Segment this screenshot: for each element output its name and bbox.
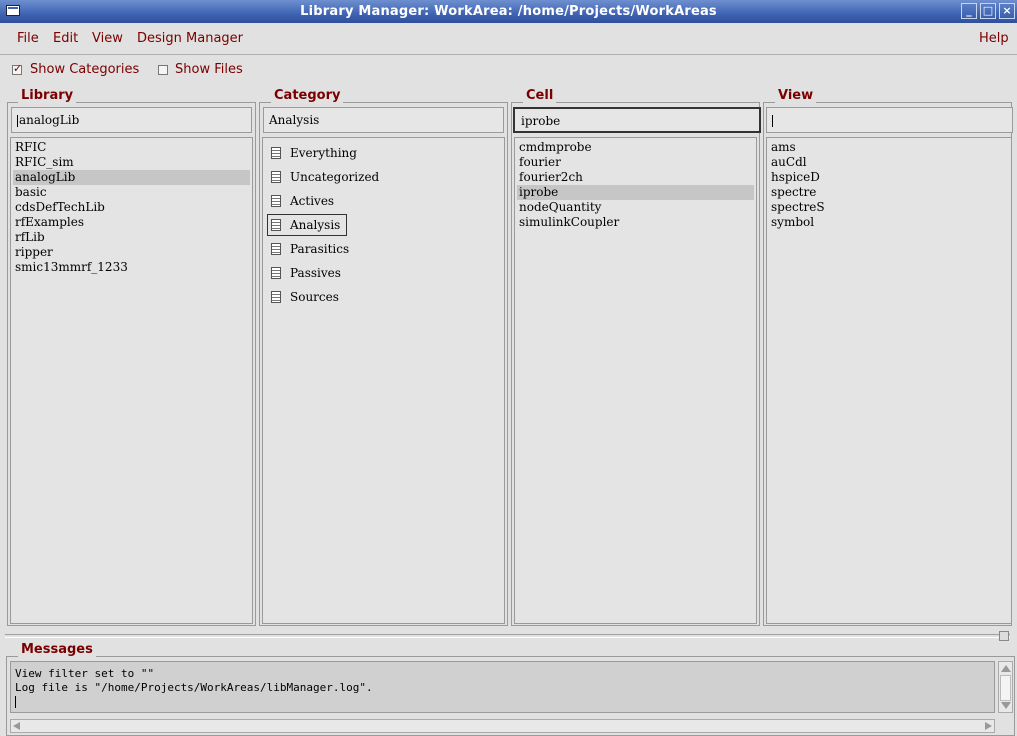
cell-filter-input[interactable]: iprobe	[513, 107, 761, 133]
title-bar: Library Manager: WorkArea: /home/Project…	[0, 0, 1017, 23]
minimize-button[interactable]: _	[961, 3, 977, 19]
close-button[interactable]: ×	[999, 3, 1015, 19]
library-filter-value: analogLib	[19, 113, 80, 127]
show-categories-checkbox[interactable]	[12, 62, 22, 75]
menu-help[interactable]: Help	[979, 31, 1009, 46]
text-cursor	[15, 696, 16, 708]
show-files-checkbox[interactable]	[158, 65, 168, 75]
category-item[interactable]: Uncategorized	[265, 165, 502, 189]
scroll-thumb[interactable]	[1000, 675, 1011, 701]
window-title: Library Manager: WorkArea: /home/Project…	[300, 4, 717, 19]
view-item[interactable]: spectre	[769, 185, 1009, 200]
library-list[interactable]: RFIC RFIC_sim analogLib basic cdsDefTech…	[10, 137, 253, 624]
library-item[interactable]: RFIC_sim	[13, 155, 250, 170]
category-icon	[271, 291, 281, 303]
cell-filter-value: iprobe	[521, 114, 561, 128]
category-list[interactable]: Everything Uncategorized Actives Analysi…	[262, 137, 505, 624]
messages-title: Messages	[18, 642, 96, 657]
cell-item[interactable]: fourier	[517, 155, 754, 170]
view-filter-input[interactable]	[766, 107, 1013, 133]
category-item[interactable]: Parasitics	[265, 237, 502, 261]
cell-title: Cell	[523, 88, 557, 103]
view-item[interactable]: spectreS	[769, 200, 1009, 215]
menu-file[interactable]: File	[17, 31, 39, 46]
category-label: Sources	[290, 290, 339, 304]
library-item[interactable]: ripper	[13, 245, 250, 260]
show-files-label[interactable]: Show Files	[175, 62, 243, 77]
category-item-selected[interactable]: Analysis	[265, 213, 502, 237]
view-list[interactable]: ams auCdl hspiceD spectre spectreS symbo…	[766, 137, 1012, 624]
category-icon	[271, 267, 281, 279]
library-item[interactable]: basic	[13, 185, 250, 200]
cell-list[interactable]: cmdmprobe fourier fourier2ch iprobe node…	[514, 137, 757, 624]
category-label: Actives	[290, 194, 335, 208]
category-item[interactable]: Everything	[265, 141, 502, 165]
view-item[interactable]: ams	[769, 140, 1009, 155]
splitter-handle[interactable]	[999, 631, 1009, 641]
category-icon	[271, 219, 281, 231]
cell-item[interactable]: fourier2ch	[517, 170, 754, 185]
category-label: Parasitics	[290, 242, 350, 256]
library-filter-input[interactable]: analogLib	[11, 107, 252, 133]
library-item[interactable]: RFIC	[13, 140, 250, 155]
scroll-right-arrow-icon[interactable]	[985, 722, 992, 730]
scroll-down-arrow-icon[interactable]	[1001, 702, 1011, 709]
library-item-selected[interactable]: analogLib	[13, 170, 250, 185]
menu-bar: File Edit View Design Manager Help	[0, 24, 1017, 55]
library-item[interactable]: rfExamples	[13, 215, 250, 230]
view-item[interactable]: auCdl	[769, 155, 1009, 170]
category-label: Analysis	[290, 218, 341, 232]
category-icon	[271, 171, 281, 183]
library-title: Library	[18, 88, 77, 103]
maximize-button[interactable]: □	[980, 3, 996, 19]
show-categories-label[interactable]: Show Categories	[30, 62, 139, 77]
scroll-left-arrow-icon[interactable]	[13, 722, 20, 730]
cell-item[interactable]: simulinkCoupler	[517, 215, 754, 230]
messages-horizontal-scrollbar[interactable]	[10, 719, 995, 733]
cell-item-selected[interactable]: iprobe	[517, 185, 754, 200]
category-filter-value: Analysis	[269, 113, 320, 127]
category-icon	[271, 243, 281, 255]
message-line: View filter set to ""	[15, 667, 155, 680]
library-item[interactable]: smic13mmrf_1233	[13, 260, 250, 275]
text-cursor	[17, 114, 18, 127]
scroll-up-arrow-icon[interactable]	[1001, 665, 1011, 672]
pane-splitter[interactable]	[5, 634, 1010, 638]
view-item[interactable]: hspiceD	[769, 170, 1009, 185]
text-cursor	[772, 114, 773, 127]
message-line: Log file is "/home/Projects/WorkAreas/li…	[15, 681, 373, 694]
category-item[interactable]: Passives	[265, 261, 502, 285]
messages-text-area[interactable]: View filter set to "" Log file is "/home…	[10, 661, 995, 713]
category-label: Passives	[290, 266, 341, 280]
view-item[interactable]: symbol	[769, 215, 1009, 230]
category-label: Everything	[290, 146, 357, 160]
library-item[interactable]: rfLib	[13, 230, 250, 245]
category-label: Uncategorized	[290, 170, 380, 184]
category-icon	[271, 195, 281, 207]
cell-item[interactable]: cmdmprobe	[517, 140, 754, 155]
category-title: Category	[271, 88, 344, 103]
category-filter-input[interactable]: Analysis	[263, 107, 504, 133]
category-item[interactable]: Actives	[265, 189, 502, 213]
category-icon	[271, 147, 281, 159]
category-item[interactable]: Sources	[265, 285, 502, 309]
menu-design-manager[interactable]: Design Manager	[137, 31, 243, 46]
menu-view[interactable]: View	[92, 31, 123, 46]
library-item[interactable]: cdsDefTechLib	[13, 200, 250, 215]
cell-item[interactable]: nodeQuantity	[517, 200, 754, 215]
menu-edit[interactable]: Edit	[53, 31, 78, 46]
view-title: View	[775, 88, 817, 103]
messages-vertical-scrollbar[interactable]	[998, 661, 1013, 713]
